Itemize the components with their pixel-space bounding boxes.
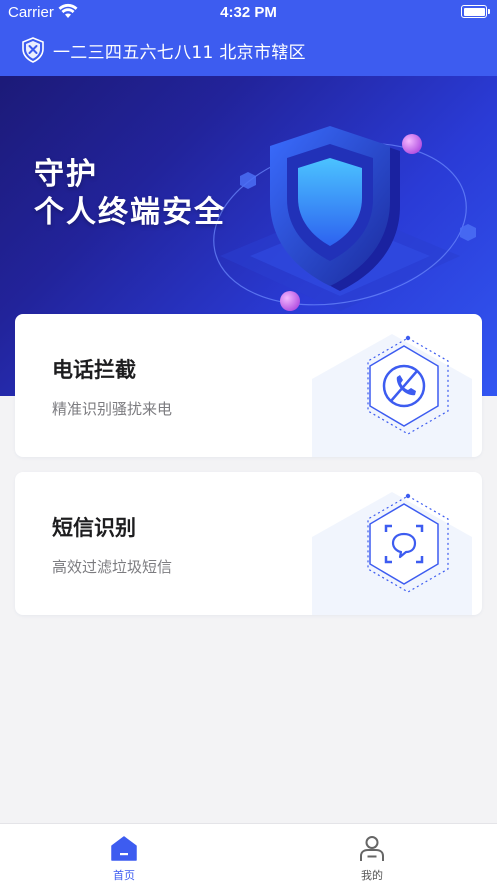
tab-home[interactable]: 首页 <box>64 824 184 883</box>
user-icon <box>360 836 384 861</box>
card-title: 电话拦截 <box>52 358 136 382</box>
home-icon <box>111 836 137 861</box>
tab-home-label: 首页 <box>113 869 135 882</box>
message-scan-icon <box>367 493 449 593</box>
sms-filter-card[interactable]: 短信识别 高效过滤垃圾短信 <box>15 472 482 615</box>
battery-icon <box>461 5 490 18</box>
blocked-phone-icon <box>367 335 449 435</box>
app-header: 一二三四五六七八11 北京市辖区 <box>0 24 497 76</box>
slogan-line-2: 个人终端安全 <box>34 195 226 230</box>
slogan-line-1: 守护 <box>34 157 98 192</box>
security-shield-illustration <box>213 126 476 311</box>
card-subtitle: 高效过滤垃圾短信 <box>52 558 173 576</box>
location-title[interactable]: 一二三四五六七八11 北京市辖区 <box>53 38 306 63</box>
status-bar: Carrier 4:32 PM <box>0 0 497 24</box>
card-title: 短信识别 <box>52 516 136 540</box>
tab-profile-label: 我的 <box>361 869 383 882</box>
clock: 4:32 PM <box>220 4 277 21</box>
banner-slogan: 守护 个人终端安全 <box>34 156 226 232</box>
bottom-tab-bar: 首页 我的 <box>0 823 497 883</box>
card-subtitle: 精准识别骚扰来电 <box>52 400 173 418</box>
tab-profile[interactable]: 我的 <box>312 824 432 883</box>
call-block-card[interactable]: 电话拦截 精准识别骚扰来电 <box>15 314 482 457</box>
shield-badge-icon <box>22 37 44 63</box>
